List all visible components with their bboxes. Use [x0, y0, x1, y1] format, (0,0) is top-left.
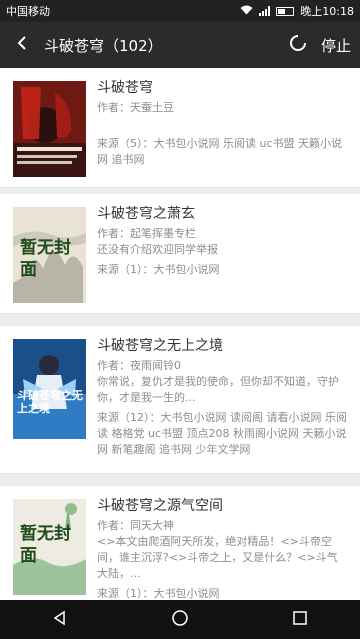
placeholder-text: 暂无封面 [20, 238, 71, 280]
book-author: 作者：同天大神 [97, 519, 174, 532]
system-icons: 晚上10:18 [240, 3, 354, 19]
book-title: 斗破苍穹 [97, 80, 153, 96]
carrier-label: 中国移动 [6, 5, 50, 18]
cover-title-text: 斗破苍穹之无上之境 [17, 389, 83, 415]
book-description: 还没有介绍欢迎同学举报 [97, 243, 218, 256]
book-sources: 来源（1）：大书包小说网 [97, 263, 220, 276]
book-sources: 来源（5）：大书包小说网 乐阅读 uc书盟 天籁小说网 追书网 [97, 137, 343, 166]
book-cover-image: 斗破苍穹之无上之境 [13, 339, 86, 439]
signal-icon [259, 6, 271, 16]
back-button[interactable] [0, 22, 44, 68]
book-title: 斗破苍穹之萧玄 [97, 206, 195, 222]
stop-button[interactable]: 停止 [312, 35, 360, 56]
list-item[interactable]: 暂无封面 斗破苍穹之源气空间 作者：同天大神 <>本文由爬酒阿天所发，绝对精品！… [0, 486, 360, 600]
book-sources: 来源（1）：大书包小说网 [97, 587, 220, 600]
book-cover-image [13, 81, 86, 177]
book-author: 作者：夜雨闻铃0 [97, 359, 181, 372]
book-sources: 来源（12）：大书包小说网 读阅阁 请看小说网 乐阅读 格格党 uc书盟 顶点2… [97, 411, 347, 456]
loading-spinner-icon [289, 34, 307, 56]
clock-label: 晚上10:18 [300, 5, 354, 18]
list-item[interactable]: 斗破苍穹之无上之境 斗破苍穹之无上之境 作者：夜雨闻铃0 你常说，复仇才是我的使… [0, 326, 360, 474]
book-description: 你常说，复仇才是我的使命，但你却不知道，守护你，才是我一生的... [97, 375, 339, 404]
book-author: 作者：起笔挥墨专栏 [97, 227, 196, 240]
book-cover-placeholder: 暂无封面 [13, 207, 86, 303]
list-item[interactable]: 斗破苍穹 作者：天蚕土豆 来源（5）：大书包小说网 乐阅读 uc书盟 天籁小说网… [0, 68, 360, 188]
nav-recents-button[interactable] [270, 600, 330, 639]
page-title: 斗破苍穹（102） [44, 36, 163, 55]
book-description: <>本文由爬酒阿天所发，绝对精品！<>斗帝空间，谁主沉浮?<>斗帝之上，又是什么… [97, 535, 338, 580]
wifi-icon [240, 5, 253, 18]
book-cover-placeholder: 暂无封面 [13, 499, 86, 595]
circle-home-icon [171, 609, 189, 631]
battery-icon [276, 6, 295, 16]
back-arrow-icon [16, 35, 28, 55]
app-bar: 斗破苍穹（102） 停止 [0, 22, 360, 68]
book-title: 斗破苍穹之源气空间 [97, 498, 223, 514]
search-result-list[interactable]: 斗破苍穹 作者：天蚕土豆 来源（5）：大书包小说网 乐阅读 uc书盟 天籁小说网… [0, 68, 360, 600]
placeholder-text: 暂无封面 [20, 524, 71, 566]
nav-back-button[interactable] [30, 600, 90, 639]
square-recents-icon [292, 610, 308, 630]
nav-home-button[interactable] [150, 600, 210, 639]
status-bar: 中国移动 晚上10:18 [0, 0, 360, 22]
book-author: 作者：天蚕土豆 [97, 101, 174, 114]
system-nav-bar [0, 600, 360, 639]
list-item[interactable]: 暂无封面 斗破苍穹之萧玄 作者：起笔挥墨专栏 还没有介绍欢迎同学举报 来源（1）… [0, 194, 360, 314]
refresh-button[interactable] [284, 22, 312, 68]
triangle-back-icon [52, 610, 68, 630]
book-title: 斗破苍穹之无上之境 [97, 338, 223, 354]
